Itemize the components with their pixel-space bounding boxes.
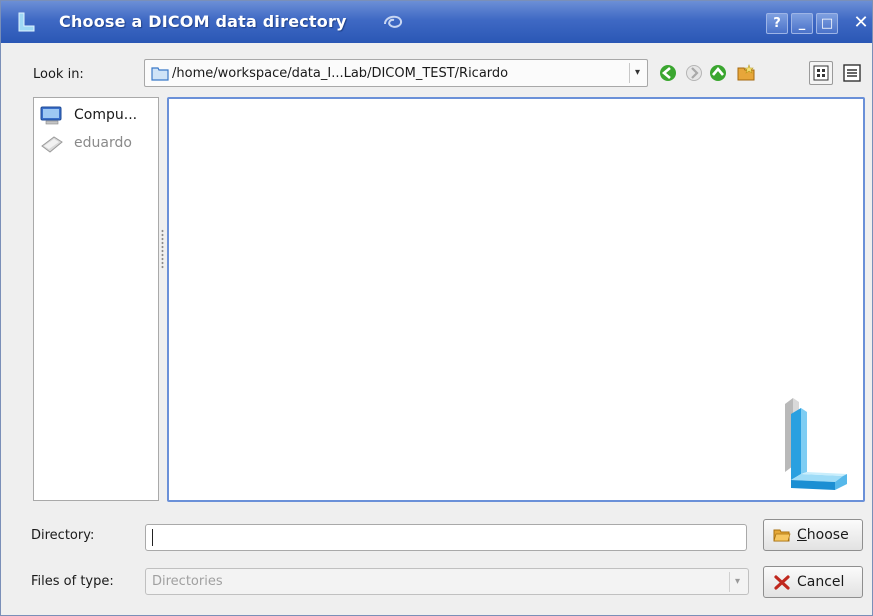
maximize-button[interactable]: □ [816, 13, 838, 34]
places-sidebar[interactable]: Compu... eduardo [33, 97, 159, 501]
list-view-icon[interactable] [842, 63, 862, 83]
sidebar-item-label: Compu... [74, 107, 138, 123]
file-list-view[interactable] [167, 97, 865, 502]
current-path: /home/workspace/data_I...Lab/DICOM_TEST/… [172, 66, 509, 81]
text-cursor [152, 529, 153, 546]
choose-mnemonic: C [797, 527, 807, 543]
cancel-x-icon [774, 575, 790, 590]
title-bar[interactable]: Choose a DICOM data directory ? _ □ ✕ [1, 1, 872, 43]
choose-button-label: hoose [806, 527, 849, 543]
chevron-down-icon[interactable]: ▾ [629, 63, 645, 83]
cancel-button-label: Cancel [797, 574, 845, 590]
minimize-button[interactable]: _ [791, 13, 813, 34]
app-watermark-logo [785, 398, 847, 490]
files-of-type-label: Files of type: [31, 574, 114, 589]
files-of-type-value: Directories [152, 574, 223, 589]
cancel-button[interactable]: Cancel [763, 566, 863, 598]
detail-view-icon [813, 65, 829, 81]
new-folder-icon[interactable] [736, 63, 756, 83]
forward-icon[interactable] [684, 63, 704, 83]
splitter-handle[interactable] [161, 229, 164, 269]
user-folder-icon [41, 136, 63, 153]
look-in-combobox[interactable]: /home/workspace/data_I...Lab/DICOM_TEST/… [144, 59, 648, 87]
folder-icon [151, 67, 169, 81]
directory-input[interactable] [145, 524, 747, 551]
swirl-icon [384, 15, 403, 28]
folder-open-icon [773, 529, 791, 542]
back-icon[interactable] [658, 63, 678, 83]
close-button[interactable]: ✕ [849, 13, 873, 34]
detail-view-button[interactable] [809, 61, 833, 85]
app-logo-icon [18, 12, 35, 32]
chevron-down-icon[interactable]: ▾ [729, 572, 745, 592]
up-icon[interactable] [708, 63, 728, 83]
sidebar-item-label: eduardo [74, 135, 132, 151]
help-button[interactable]: ? [766, 13, 788, 34]
file-dialog-window: Choose a DICOM data directory ? _ □ ✕ Lo… [0, 0, 873, 616]
window-title: Choose a DICOM data directory [59, 12, 347, 31]
computer-icon [40, 106, 62, 125]
look-in-label: Look in: [33, 67, 84, 82]
directory-label: Directory: [31, 528, 95, 543]
files-of-type-combobox[interactable]: Directories ▾ [145, 568, 749, 595]
choose-button[interactable]: Choose [763, 519, 863, 551]
